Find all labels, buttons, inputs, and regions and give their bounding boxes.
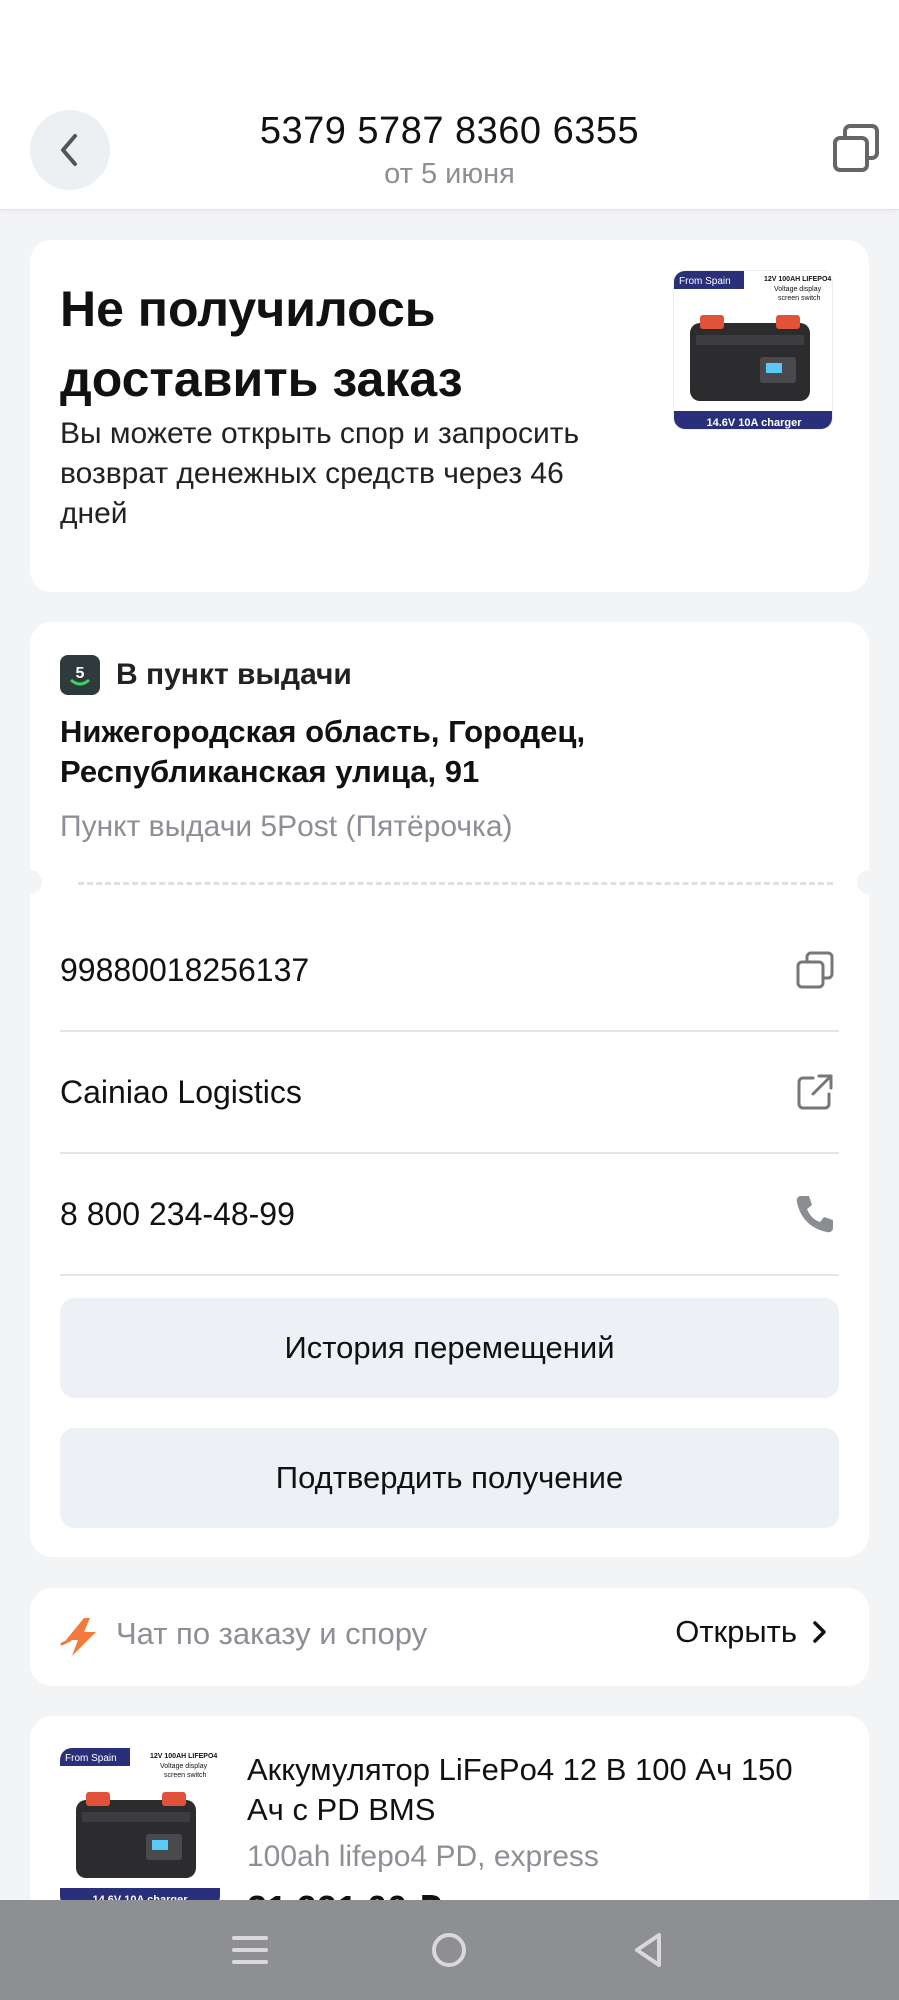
external-link-icon bbox=[797, 1074, 833, 1110]
home-button[interactable] bbox=[419, 1920, 479, 1980]
product-image-badge-right: 12V 100AH LIFEPO4 bbox=[150, 1753, 217, 1760]
confirm-receipt-button[interactable]: Подтвердить получение bbox=[60, 1428, 839, 1528]
ticket-notch-right bbox=[857, 870, 881, 894]
order-number: 5379 5787 8360 6355 bbox=[259, 110, 640, 152]
tracking-row: 99880018256137 bbox=[60, 910, 839, 1032]
carrier-name: Cainiao Logistics bbox=[60, 1073, 302, 1110]
chat-label: Чат по заказу и спору bbox=[116, 1616, 428, 1651]
thumb-sub2: screen switch bbox=[778, 295, 821, 302]
status-title: Не получилось доставить заказ bbox=[60, 281, 463, 407]
divider bbox=[78, 882, 833, 885]
phone-row[interactable]: 8 800 234-48-99 bbox=[60, 1154, 839, 1276]
carrier-row[interactable]: Cainiao Logistics bbox=[60, 1032, 839, 1154]
thumb-sub1: Voltage display bbox=[774, 286, 822, 293]
svg-text:5: 5 bbox=[76, 665, 85, 682]
product-image[interactable]: From Spain 12V 100AH LIFEPO4 Voltage dis… bbox=[60, 1748, 220, 1908]
order-header: 5379 5787 8360 6355 от 5 июня bbox=[0, 100, 899, 210]
ticket-notch-left bbox=[18, 870, 42, 894]
chevron-right-icon bbox=[813, 1621, 826, 1643]
carrier-phone: 8 800 234-48-99 bbox=[60, 1195, 295, 1232]
5post-icon: 5 bbox=[60, 655, 100, 695]
copy-order-button[interactable] bbox=[831, 122, 883, 174]
pickup-type: 5 В пункт выдачи bbox=[60, 654, 352, 696]
product-variant: 100ah lifepo4 PD, express bbox=[247, 1840, 599, 1873]
status-description: Вы можете открыть спор и запросить возвр… bbox=[60, 417, 580, 530]
order-date: от 5 июня bbox=[384, 158, 515, 190]
copy-tracking-button[interactable] bbox=[791, 946, 839, 994]
chat-lightning-icon bbox=[58, 1614, 104, 1660]
product-card[interactable]: From Spain 12V 100AH LIFEPO4 Voltage dis… bbox=[30, 1716, 869, 1916]
product-image-badge-top: From Spain bbox=[65, 1753, 117, 1764]
system-nav-bar bbox=[0, 1900, 899, 2000]
external-link-button[interactable] bbox=[791, 1068, 839, 1116]
phone-icon bbox=[796, 1196, 833, 1233]
order-status-card: Не получилось доставить заказ Вы можете … bbox=[30, 240, 869, 592]
product-image-sub1: Voltage display bbox=[160, 1763, 208, 1770]
delivery-address: Нижегородская область, Городец, Республи… bbox=[60, 714, 586, 789]
call-button[interactable] bbox=[791, 1190, 839, 1238]
recent-apps-button[interactable] bbox=[220, 1920, 280, 1980]
copy-icon bbox=[833, 124, 879, 172]
thumb-bottom: 14.6V 10A charger bbox=[707, 417, 803, 429]
open-chat-label: Открыть bbox=[675, 1614, 797, 1649]
copy-icon bbox=[796, 951, 834, 989]
thumb-badge-top: From Spain bbox=[679, 276, 731, 287]
product-image-sub2: screen switch bbox=[164, 1772, 207, 1779]
product-title: Аккумулятор LiFePo4 12 В 100 Ач 150 Ач с… bbox=[247, 1752, 793, 1827]
thumb-badge-right: 12V 100AH LIFEPO4 bbox=[764, 276, 831, 283]
menu-icon bbox=[231, 1936, 268, 1964]
movement-history-button[interactable]: История перемещений bbox=[60, 1298, 839, 1398]
back-nav-button[interactable] bbox=[619, 1920, 679, 1980]
tracking-number: 99880018256137 bbox=[60, 951, 310, 988]
open-chat-button[interactable]: Открыть bbox=[675, 1614, 833, 1650]
pickup-point-name: Пункт выдачи 5Post (Пятёрочка) bbox=[60, 810, 513, 843]
product-thumbnail[interactable]: From Spain 12V 100AH LIFEPO4 Voltage dis… bbox=[673, 270, 833, 430]
order-chat-card[interactable]: Чат по заказу и спору Открыть bbox=[30, 1588, 869, 1686]
status-bar bbox=[0, 0, 899, 100]
delivery-card: 5 В пункт выдачи Нижегородская область, … bbox=[18, 622, 881, 1557]
back-triangle-icon bbox=[635, 1933, 662, 1967]
pickup-label: В пункт выдачи bbox=[116, 658, 352, 691]
home-circle-icon bbox=[432, 1933, 467, 1967]
